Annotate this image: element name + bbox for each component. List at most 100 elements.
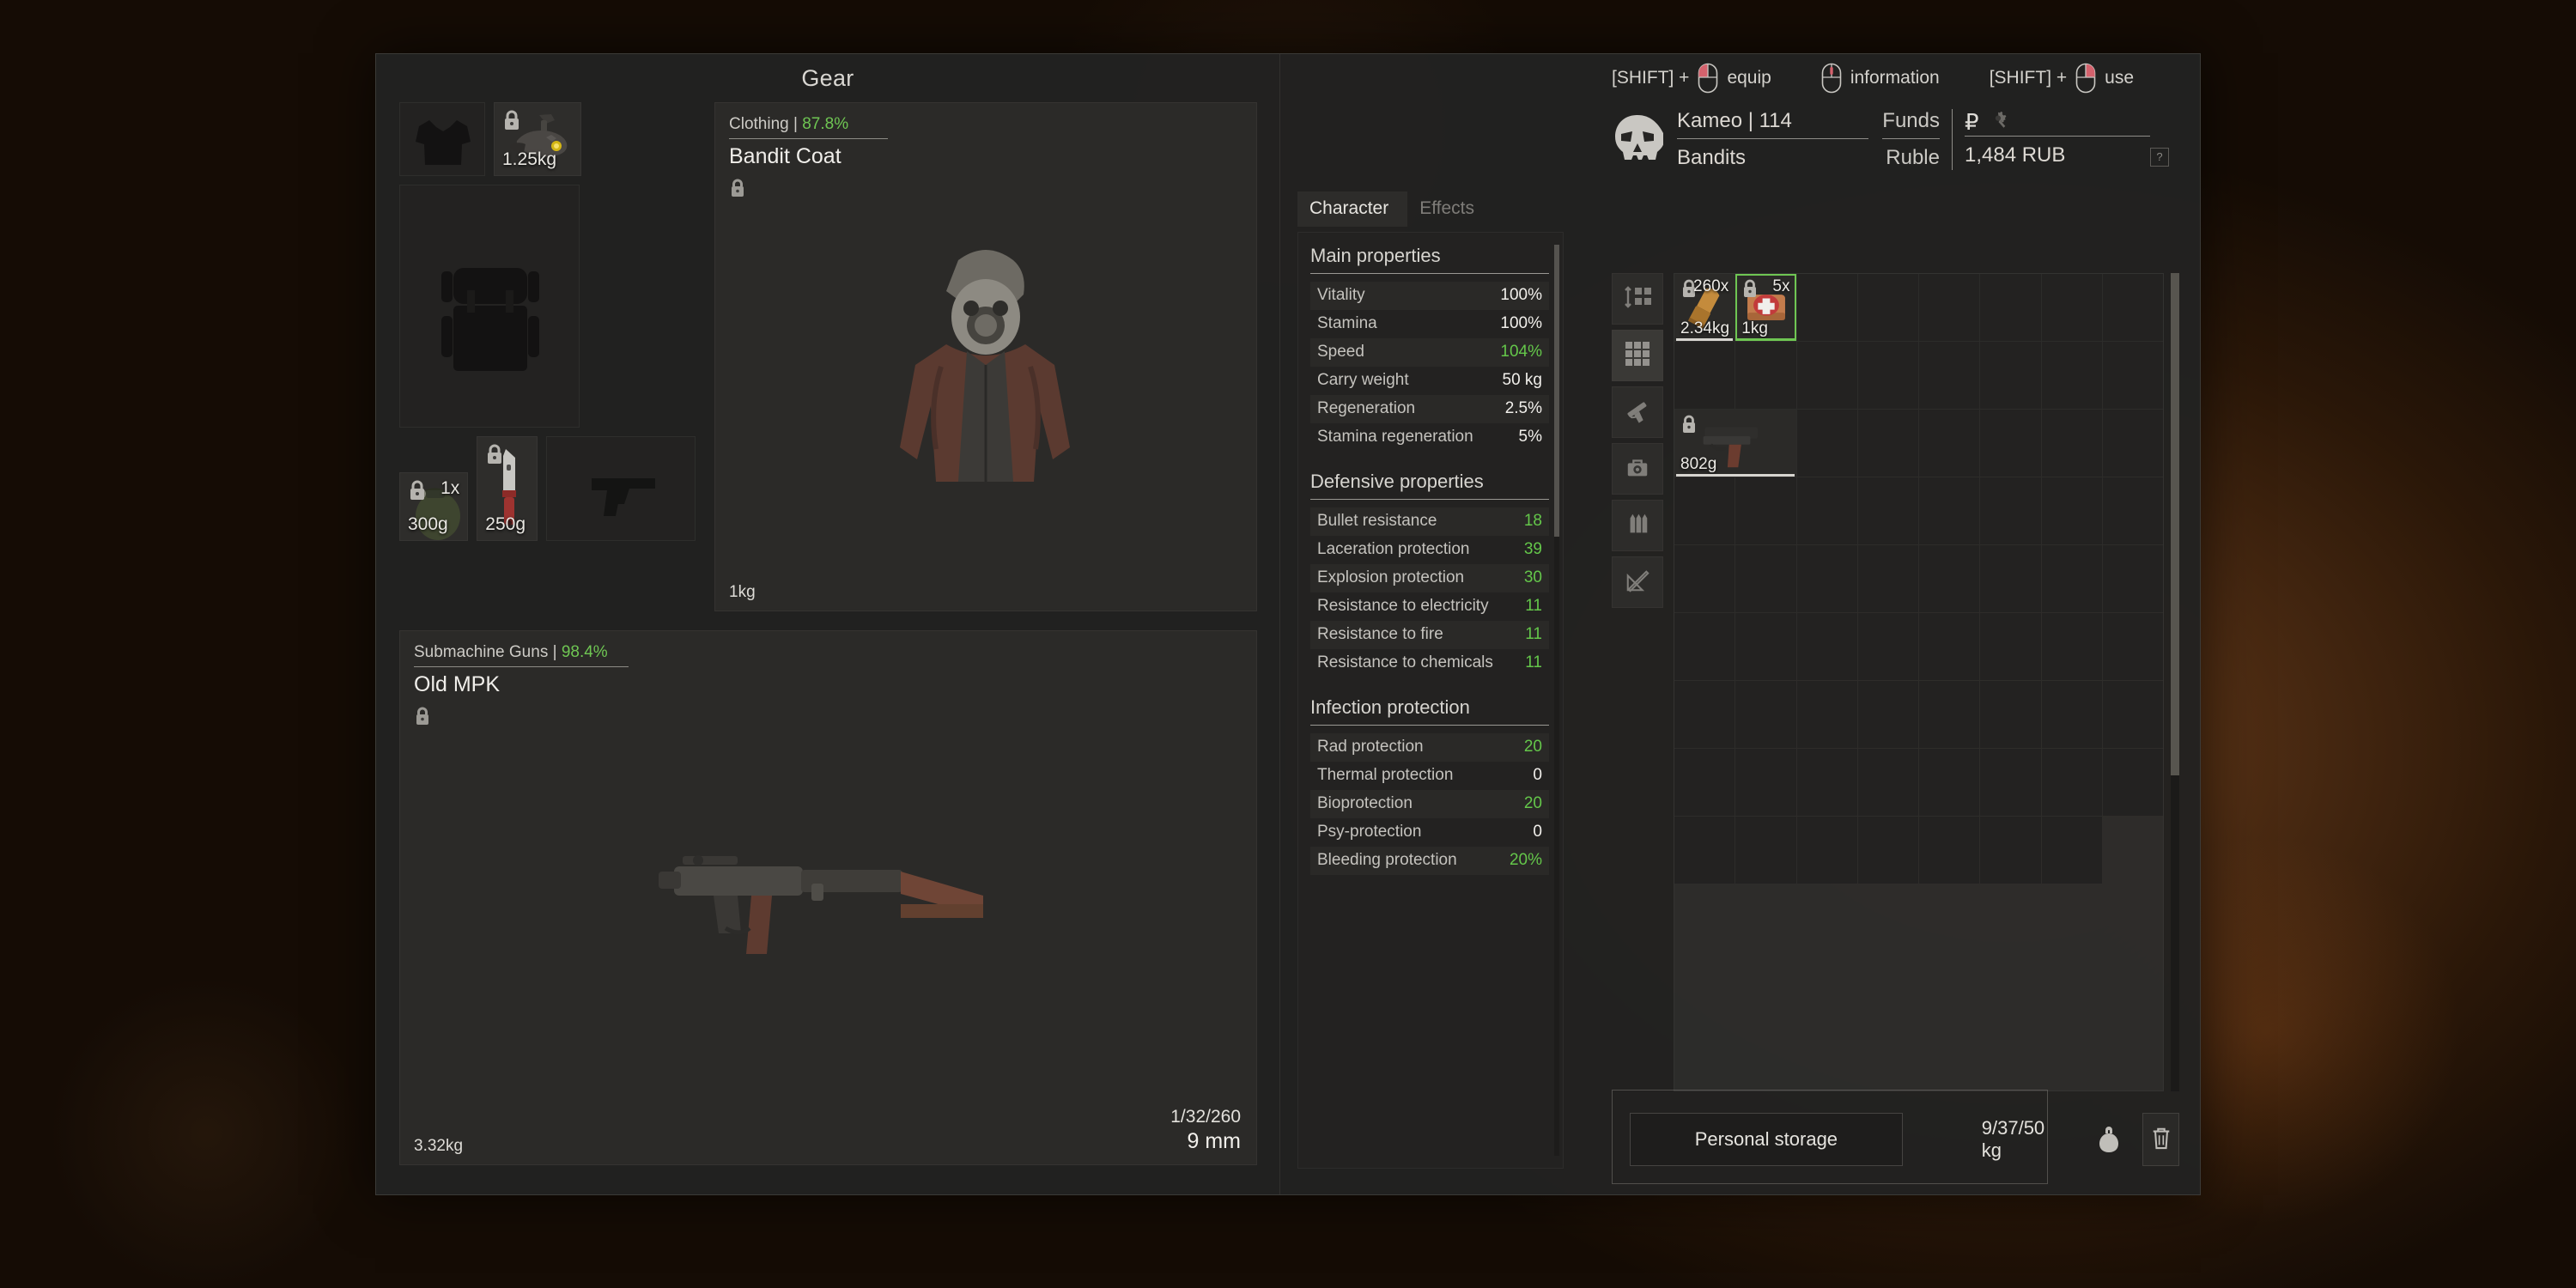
inventory-slot[interactable] (1857, 410, 1918, 477)
inventory-slot[interactable] (1980, 477, 2041, 544)
inventory-slot[interactable] (1796, 817, 1857, 884)
inventory-slot[interactable] (1857, 477, 1918, 544)
tab-effects[interactable]: Effects (1407, 191, 1493, 227)
grenade-slot[interactable]: 1x 300g (399, 472, 469, 541)
inventory-slot[interactable] (1796, 613, 1857, 680)
inventory-slot[interactable] (1919, 477, 1980, 544)
inventory-slot[interactable] (1980, 410, 2041, 477)
inventory-slot[interactable] (1796, 681, 1857, 748)
inventory-slot[interactable] (2102, 681, 2163, 748)
inventory-slot[interactable] (2041, 545, 2102, 612)
inventory-slot-ammo[interactable]: 260x 2.34kg (1674, 274, 1735, 341)
inventory-slot[interactable] (1674, 477, 1735, 544)
inventory-slot[interactable] (1735, 342, 1796, 409)
inventory-slot[interactable] (1796, 477, 1857, 544)
funds-values: ₽ 1,484 RUB (1953, 109, 2150, 167)
personal-storage-button[interactable]: Personal storage (1630, 1113, 1903, 1166)
inventory-slot[interactable] (1919, 342, 1980, 409)
inventory-slot[interactable] (1674, 817, 1735, 884)
inventory-slot[interactable] (1857, 681, 1918, 748)
inventory-slot[interactable] (1674, 681, 1735, 748)
inventory-slot[interactable] (1735, 749, 1796, 816)
inventory-slot[interactable] (1674, 749, 1735, 816)
category-weapons[interactable] (1612, 386, 1663, 438)
inventory-slot[interactable] (2102, 545, 2163, 612)
pistol-slot[interactable] (545, 436, 696, 541)
inventory-slot[interactable] (2041, 817, 2102, 884)
inventory-slot[interactable] (2102, 613, 2163, 680)
equipped-weapon-card[interactable]: Submachine Guns | 98.4% Old MPK 3.32kg 1… (399, 630, 1257, 1165)
inventory-slot[interactable] (1919, 817, 1980, 884)
inventory-slot[interactable] (1919, 274, 1980, 341)
inventory-slot[interactable] (1980, 613, 2041, 680)
discard-button[interactable] (2142, 1113, 2179, 1166)
inventory-slot[interactable] (1980, 817, 2041, 884)
backpack-slot[interactable] (399, 185, 580, 428)
category-ammo[interactable] (1612, 500, 1663, 551)
inventory-slot[interactable] (1796, 342, 1857, 409)
scrollbar-thumb[interactable] (1554, 245, 1559, 537)
inventory-slot[interactable] (1735, 817, 1796, 884)
inventory-slot[interactable] (1796, 410, 1857, 477)
stat-row: Resistance to chemicals 11 (1310, 649, 1549, 677)
category-medical[interactable] (1612, 443, 1663, 495)
inventory-slot-pistol[interactable]: 802g (1674, 410, 1796, 477)
scrollbar-thumb[interactable] (2171, 273, 2179, 775)
inventory-slot[interactable] (2041, 749, 2102, 816)
inventory-slot[interactable] (1919, 613, 1980, 680)
inventory-slot[interactable] (1919, 545, 1980, 612)
inventory-slot[interactable] (1796, 545, 1857, 612)
inventory-slot[interactable] (1857, 545, 1918, 612)
inventory-slot[interactable] (2102, 342, 2163, 409)
item-weight: 1kg (1741, 319, 1768, 337)
currency-settings-icon[interactable] (1988, 109, 2008, 136)
inventory-slot[interactable] (1735, 681, 1796, 748)
category-all-items[interactable] (1612, 330, 1663, 381)
inventory-slot[interactable] (2102, 749, 2163, 816)
inventory-slot[interactable] (1735, 613, 1796, 680)
inventory-slot[interactable] (1674, 342, 1735, 409)
inventory-slot[interactable] (1919, 749, 1980, 816)
inventory-slot[interactable] (1857, 613, 1918, 680)
group-title: Defensive properties (1310, 471, 1484, 492)
category-sort-toggle[interactable] (1612, 273, 1663, 325)
tab-character[interactable]: Character (1297, 191, 1408, 227)
knife-slot[interactable]: 250g (477, 436, 538, 541)
inventory-slot[interactable] (2102, 477, 2163, 544)
shirt-slot[interactable] (399, 102, 485, 176)
inventory-slot[interactable] (1857, 817, 1918, 884)
inventory-slot[interactable] (1674, 545, 1735, 612)
stat-value: 30 (1523, 568, 1542, 586)
inventory-scrollbar[interactable] (2171, 273, 2179, 1091)
inventory-slot[interactable] (1674, 613, 1735, 680)
inventory-slot[interactable] (2102, 410, 2163, 477)
inventory-slot[interactable] (2041, 613, 2102, 680)
inventory-slot[interactable] (2041, 274, 2102, 341)
inventory-slot[interactable] (1796, 749, 1857, 816)
inventory-slot[interactable] (1796, 274, 1857, 341)
inventory-slot[interactable] (1735, 545, 1796, 612)
inventory-slot[interactable] (1980, 749, 2041, 816)
mouse-right-icon (2075, 63, 2096, 94)
inventory-slot[interactable] (1919, 410, 1980, 477)
helmet-slot[interactable]: 1.25kg (494, 102, 581, 176)
category-tools[interactable] (1612, 556, 1663, 608)
inventory-slot[interactable] (1980, 342, 2041, 409)
help-button[interactable]: ? (2150, 148, 2169, 167)
inventory-slot[interactable] (2041, 410, 2102, 477)
stats-scrollbar[interactable] (1554, 245, 1559, 1156)
inventory-slot[interactable] (1980, 545, 2041, 612)
inventory-slot[interactable] (1980, 274, 2041, 341)
inventory-slot[interactable] (1857, 342, 1918, 409)
inventory-slot[interactable] (2041, 477, 2102, 544)
inventory-slot[interactable] (1735, 477, 1796, 544)
inventory-slot[interactable] (1919, 681, 1980, 748)
inventory-slot[interactable] (1857, 749, 1918, 816)
inventory-slot[interactable] (2102, 274, 2163, 341)
inventory-slot-first-aid-kit[interactable]: 5x 1kg (1735, 274, 1796, 341)
equipped-clothing-card[interactable]: Clothing | 87.8% Bandit Coat 1kg (714, 102, 1257, 611)
inventory-slot[interactable] (1980, 681, 2041, 748)
inventory-slot[interactable] (2041, 342, 2102, 409)
inventory-slot[interactable] (1857, 274, 1918, 341)
inventory-slot[interactable] (2041, 681, 2102, 748)
